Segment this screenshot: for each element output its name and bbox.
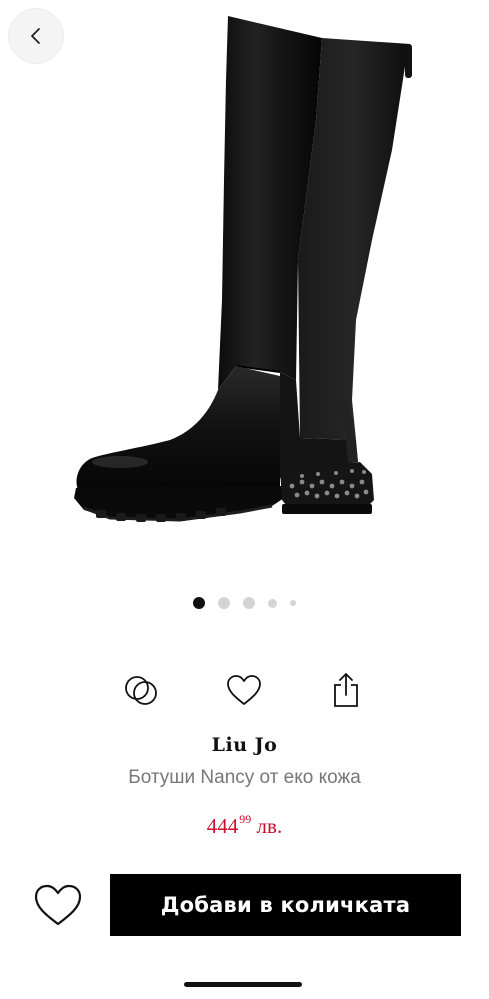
wishlist-action-button[interactable] [224, 670, 264, 710]
compare-button[interactable] [121, 670, 161, 710]
wishlist-button[interactable] [28, 878, 88, 932]
heart-outline-icon [227, 675, 261, 705]
carousel-dot[interactable] [268, 598, 277, 608]
boot-image [74, 16, 412, 522]
back-button[interactable] [8, 8, 64, 64]
add-to-cart-button[interactable]: Добави в количката [110, 874, 461, 936]
carousel-dot[interactable] [243, 597, 255, 609]
heart-outline-icon [34, 884, 82, 926]
product-name: Ботуши Nancy от еко кожа [128, 767, 361, 788]
carousel-dot[interactable] [218, 597, 230, 609]
price-currency: лв. [256, 814, 283, 838]
share-button[interactable] [326, 670, 366, 710]
product-brand[interactable]: Liu Jo [0, 734, 489, 756]
price-main: 444 [206, 814, 239, 838]
home-indicator [184, 982, 302, 987]
share-icon [334, 673, 358, 707]
carousel-indicator [0, 597, 489, 609]
price-cents: 99 [239, 812, 252, 826]
product-image-gallery[interactable] [0, 0, 489, 640]
compare-circles-icon [125, 676, 157, 705]
carousel-dot-active[interactable] [193, 597, 205, 609]
bottom-action-bar: Добави в количката [0, 868, 489, 948]
chevron-left-icon [31, 28, 40, 44]
product-price: 44499 лв. [0, 812, 489, 839]
product-actions [0, 670, 489, 710]
carousel-dot[interactable] [290, 600, 296, 606]
